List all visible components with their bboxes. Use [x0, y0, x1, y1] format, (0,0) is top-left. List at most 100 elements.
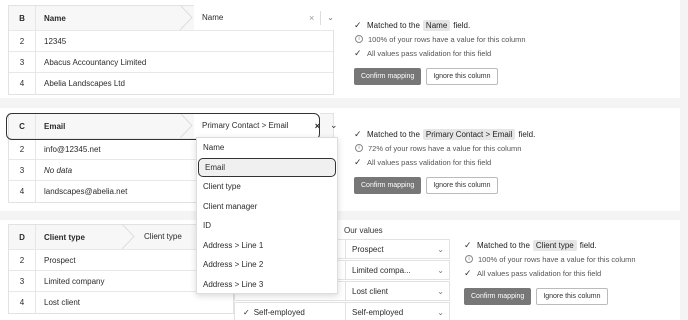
table-row: 3 Abacus Accountancy Limited	[9, 52, 333, 73]
check-icon: ✓	[354, 47, 362, 58]
our-value-select[interactable]: Lost client ⌄	[345, 282, 449, 300]
mapping-control-d: Client type	[122, 224, 206, 249]
cell-value: info@12345.net	[44, 144, 101, 154]
coverage-line: i 72% of your rows have a value for this…	[354, 141, 535, 155]
check-icon: ✓	[464, 267, 472, 278]
our-value-select[interactable]: Self-employed ⌄	[345, 303, 449, 320]
status-panel-c: ✓ Matched to the Primary Contact > Email…	[354, 127, 535, 194]
matched-suffix: field.	[518, 129, 536, 139]
validation-line: ✓ All values pass validation for this fi…	[464, 266, 636, 280]
coverage-line: i 100% of your rows have a value for thi…	[354, 32, 526, 46]
field-dropdown-menu: Name Email Client type Client manager ID…	[196, 137, 338, 294]
ignore-column-button[interactable]: Ignore this column	[536, 288, 608, 305]
our-value-text: Limited compa...	[352, 265, 411, 275]
confirm-mapping-button[interactable]: Confirm mapping	[354, 68, 422, 85]
field-select-c[interactable]: Primary Contact > Email ×	[194, 113, 320, 138]
confirm-mapping-button[interactable]: Confirm mapping	[354, 177, 422, 194]
cell-value-empty: No data	[44, 165, 73, 175]
selected-field: Primary Contact > Email	[202, 121, 289, 130]
status-panel-b: ✓ Matched to the Name field. i 100% of y…	[354, 18, 526, 85]
validation-text: All values pass validation for this fiel…	[477, 268, 602, 278]
matched-field-chip: Client type	[532, 239, 577, 251]
matched-line: ✓ Matched to the Primary Contact > Email…	[354, 127, 535, 141]
coverage-text: 72% of your rows have a value for this c…	[368, 143, 522, 153]
matched-prefix: Matched to the	[367, 129, 420, 139]
column-header: Email	[44, 121, 66, 131]
validation-line: ✓ All values pass validation for this fi…	[354, 155, 535, 169]
dropdown-option-address-line-1[interactable]: Address > Line 1	[197, 236, 337, 256]
status-panel-d: ✓ Matched to the Client type field. i 10…	[464, 238, 636, 305]
check-icon: ✓	[354, 19, 362, 30]
row-number: 2	[9, 139, 36, 159]
their-value-text: Self-employed	[253, 307, 305, 317]
chevron-down-icon[interactable]: ⌄	[437, 287, 444, 296]
dropdown-option-id[interactable]: ID	[197, 216, 337, 236]
chevron-down-icon[interactable]: ⌄	[330, 120, 338, 131]
matched-line: ✓ Matched to the Client type field.	[464, 238, 636, 252]
column-header: Client type	[44, 232, 85, 242]
our-value-text: Prospect	[352, 244, 384, 254]
cell-value: Limited company	[44, 276, 105, 286]
mapping-control-c: Primary Contact > Email × ⌄	[180, 113, 338, 138]
validation-text: All values pass validation for this fiel…	[367, 157, 492, 167]
check-icon: ✓	[354, 128, 362, 139]
dropdown-option-client-type[interactable]: Client type	[197, 177, 337, 197]
chevron-down-icon[interactable]: ⌄	[327, 13, 334, 22]
coverage-line: i 100% of your rows have a value for thi…	[464, 252, 636, 266]
matched-field-chip: Name	[422, 19, 451, 31]
matched-suffix: field.	[453, 20, 471, 30]
chevron-down-icon[interactable]: ⌄	[437, 266, 444, 275]
select-divider	[320, 10, 322, 25]
matched-line: ✓ Matched to the Name field.	[354, 18, 526, 32]
row-number: 3	[9, 160, 36, 180]
arrow-divider-icon	[180, 5, 193, 30]
our-values-header: Our values	[344, 226, 383, 235]
ignore-column-button[interactable]: Ignore this column	[426, 177, 498, 194]
info-icon: i	[465, 255, 473, 263]
confirm-mapping-button[interactable]: Confirm mapping	[464, 288, 532, 305]
value-map-row: ✓ Self-employed Self-employed ⌄	[234, 302, 450, 320]
clear-icon[interactable]: ×	[315, 121, 320, 131]
our-value-select[interactable]: Limited compa... ⌄	[345, 261, 449, 279]
row-number: 4	[9, 73, 36, 94]
check-icon: ✓	[354, 156, 362, 167]
matched-prefix: Matched to the	[477, 240, 530, 250]
check-icon: ✓	[243, 307, 250, 317]
validation-text: All values pass validation for this fiel…	[367, 48, 492, 58]
dropdown-option-name[interactable]: Name	[197, 138, 337, 158]
our-value-text: Self-employed	[352, 307, 404, 317]
their-value: ✓ Self-employed	[235, 308, 345, 317]
ignore-column-button[interactable]: Ignore this column	[426, 68, 498, 85]
table-row: 2 12345	[9, 31, 333, 52]
clear-icon[interactable]: ×	[309, 13, 314, 23]
chevron-down-icon[interactable]: ⌄	[437, 308, 444, 317]
matched-prefix: Matched to the	[367, 20, 420, 30]
arrow-divider-icon	[122, 224, 135, 249]
our-value-select[interactable]: Prospect ⌄	[345, 240, 449, 258]
check-icon: ✓	[464, 239, 472, 250]
column-card-b: B Name 2 12345 3 Abacus Accountancy Limi…	[0, 0, 680, 98]
dropdown-option-address-line-3[interactable]: Address > Line 3	[197, 275, 337, 295]
cell-value: 12345	[44, 36, 67, 46]
column-letter: D	[9, 225, 36, 249]
field-select-b[interactable]: Name × ⌄	[194, 5, 334, 30]
matched-field-chip: Primary Contact > Email	[422, 128, 516, 140]
cell-value: Abacus Accountancy Limited	[44, 57, 147, 67]
selected-field: Name	[202, 13, 224, 22]
validation-line: ✓ All values pass validation for this fi…	[354, 46, 526, 60]
action-buttons: Confirm mapping Ignore this column	[464, 288, 636, 305]
selected-field: Client type	[144, 232, 182, 241]
coverage-text: 100% of your rows have a value for this …	[478, 254, 636, 264]
dropdown-option-client-manager[interactable]: Client manager	[197, 197, 337, 217]
mapping-control-b: Name × ⌄	[180, 5, 334, 30]
arrow-divider-icon	[180, 113, 193, 138]
table-row: 4 Abelia Landscapes Ltd	[9, 73, 333, 94]
dropdown-option-email[interactable]: Email	[198, 157, 336, 177]
cell-value: Lost client	[44, 298, 81, 307]
info-icon: i	[355, 35, 363, 43]
cell-value: landscapes@abelia.net	[44, 187, 128, 196]
dropdown-option-address-line-2[interactable]: Address > Line 2	[197, 255, 337, 275]
chevron-down-icon[interactable]: ⌄	[437, 245, 444, 254]
coverage-text: 100% of your rows have a value for this …	[368, 34, 526, 44]
row-number: 3	[9, 271, 36, 291]
